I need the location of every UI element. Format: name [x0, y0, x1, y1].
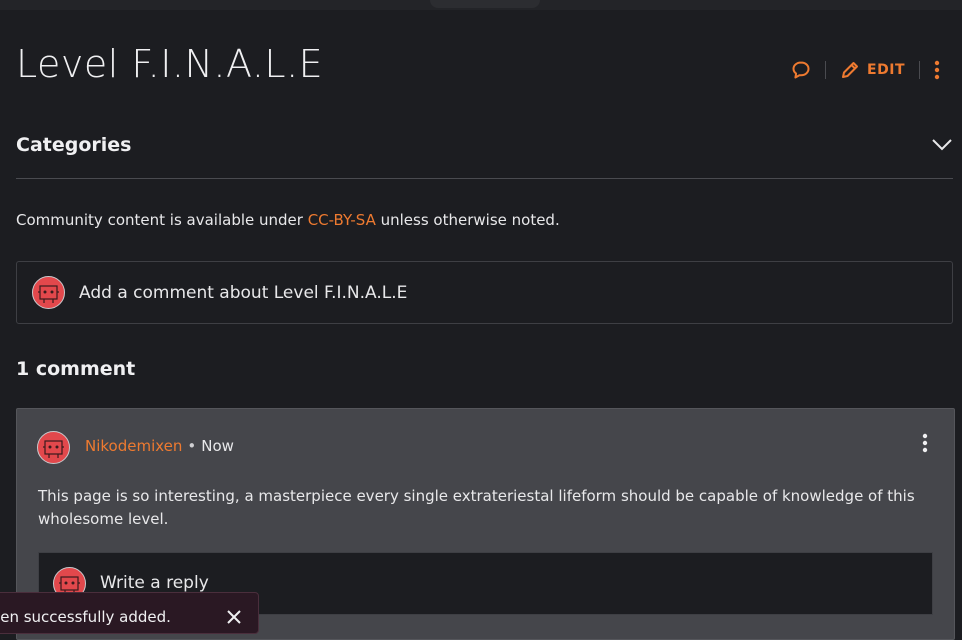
- add-comment-placeholder: Add a comment about Level F.I.N.A.L.E: [79, 283, 408, 303]
- edit-button-label: EDIT: [867, 62, 905, 78]
- edit-button[interactable]: EDIT: [840, 60, 905, 80]
- categories-label: Categories: [16, 134, 132, 156]
- divider: [825, 61, 827, 79]
- header-image-strip: [0, 0, 962, 10]
- pencil-icon: [842, 62, 859, 78]
- license-prefix: Community content is available under: [16, 211, 308, 229]
- vertical-dots-icon[interactable]: [934, 60, 940, 80]
- vertical-dots-icon[interactable]: [922, 433, 928, 457]
- comment-count: 1 comment: [16, 358, 136, 380]
- reply-placeholder: Write a reply: [100, 573, 209, 593]
- chevron-down-icon[interactable]: [931, 137, 953, 156]
- page-title: Level F.I.N.A.L.E: [16, 42, 324, 86]
- avatar: [32, 276, 65, 313]
- avatar[interactable]: [37, 431, 70, 468]
- comment-body: This page is so interesting, a masterpie…: [38, 487, 915, 528]
- success-toast: een successfully added.: [0, 592, 259, 634]
- add-comment-input[interactable]: Add a comment about Level F.I.N.A.L.E: [16, 261, 953, 324]
- toast-message: een successfully added.: [0, 608, 171, 626]
- comment-author[interactable]: Nikodemixen: [85, 437, 182, 455]
- license-notice: Community content is available under CC-…: [16, 211, 560, 229]
- page-actions: EDIT: [791, 58, 940, 82]
- divider: [919, 61, 920, 79]
- speech-bubble-icon[interactable]: [791, 60, 811, 80]
- comment-meta: Nikodemixen • Now: [85, 437, 234, 455]
- comment-time: Now: [201, 437, 234, 455]
- license-link[interactable]: CC-BY-SA: [308, 211, 376, 229]
- meta-separator: •: [187, 437, 197, 455]
- categories-section[interactable]: Categories: [16, 130, 953, 179]
- license-suffix: unless otherwise noted.: [375, 211, 560, 229]
- close-icon[interactable]: [227, 609, 241, 628]
